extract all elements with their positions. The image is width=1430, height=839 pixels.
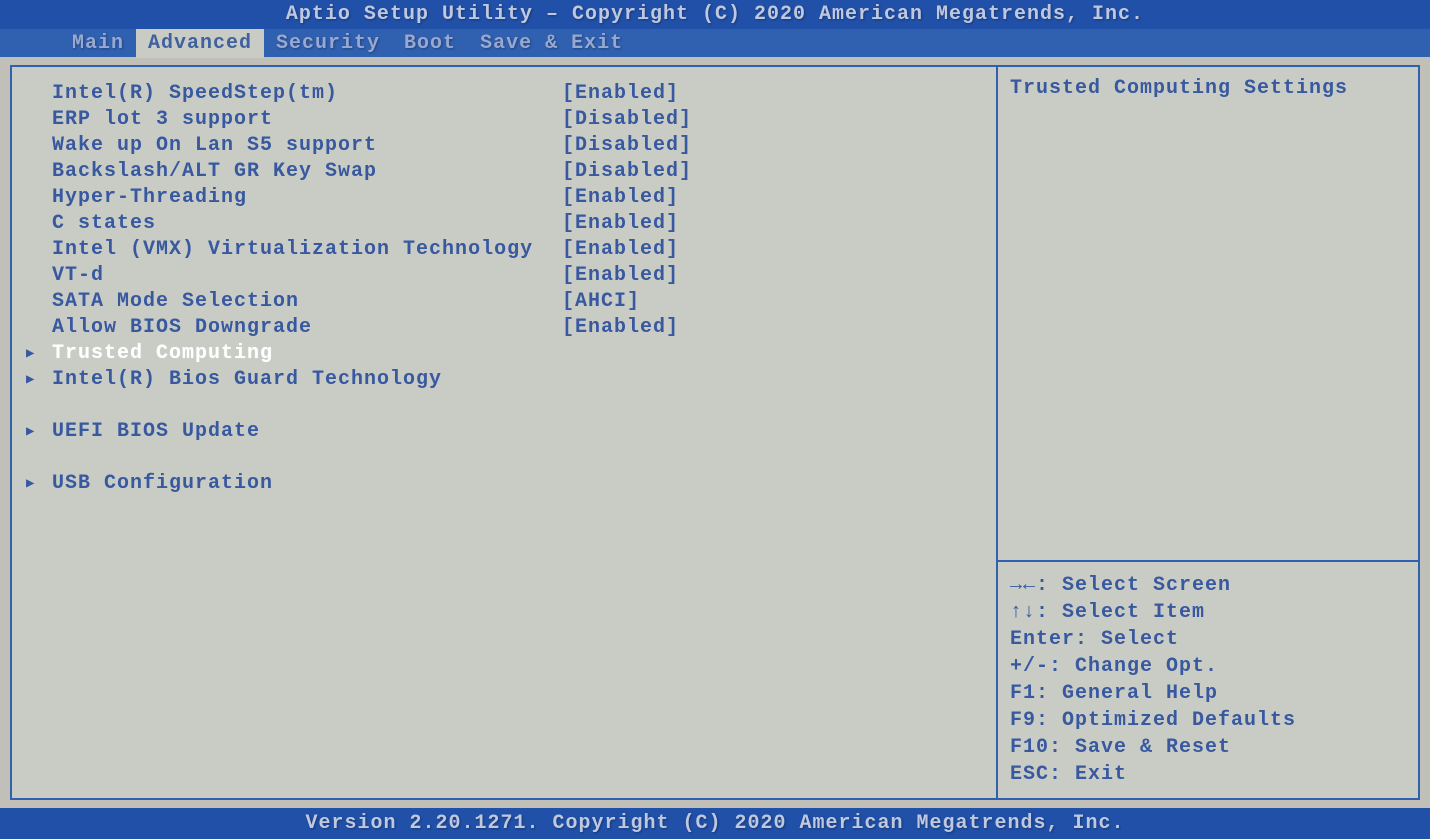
submenu-arrow-icon: ▶	[26, 423, 35, 441]
tab-bar: Main Advanced Security Boot Save & Exit	[0, 29, 1430, 57]
submenu-arrow-icon: ▶	[26, 345, 35, 363]
setting-value: [Enabled]	[562, 81, 986, 107]
setting-backslash-altgr[interactable]: Backslash/ALT GR Key Swap [Disabled]	[52, 159, 986, 185]
header-title-bar: Aptio Setup Utility – Copyright (C) 2020…	[0, 0, 1430, 29]
tab-security[interactable]: Security	[264, 29, 392, 58]
legend-area: →←: Select Screen ↑↓: Select Item Enter:…	[998, 562, 1418, 798]
setting-value: [Disabled]	[562, 107, 986, 133]
setting-sata-mode[interactable]: SATA Mode Selection [AHCI]	[52, 289, 986, 315]
setting-value: [Enabled]	[562, 315, 986, 341]
legend-enter-select: Enter: Select	[1010, 626, 1406, 653]
setting-value: [Enabled]	[562, 263, 986, 289]
footer-text: Version 2.20.1271. Copyright (C) 2020 Am…	[305, 812, 1124, 835]
setting-value: [Disabled]	[562, 133, 986, 159]
setting-vtd[interactable]: VT-d [Enabled]	[52, 263, 986, 289]
setting-label: Intel(R) SpeedStep(tm)	[52, 81, 562, 107]
submenu-trusted-computing[interactable]: ▶ Trusted Computing	[52, 341, 986, 367]
footer-bar: Version 2.20.1271. Copyright (C) 2020 Am…	[0, 808, 1430, 839]
tab-main[interactable]: Main	[60, 29, 136, 58]
setting-value: [Enabled]	[562, 237, 986, 263]
setting-label: Backslash/ALT GR Key Swap	[52, 159, 562, 185]
setting-label: SATA Mode Selection	[52, 289, 562, 315]
setting-hyperthreading[interactable]: Hyper-Threading [Enabled]	[52, 185, 986, 211]
submenu-uefi-bios-update[interactable]: ▶ UEFI BIOS Update	[52, 419, 986, 445]
legend-select-screen: →←: Select Screen	[1010, 572, 1406, 599]
setting-value: [Enabled]	[562, 211, 986, 237]
legend-save-reset: F10: Save & Reset	[1010, 734, 1406, 761]
tab-save-exit[interactable]: Save & Exit	[468, 29, 635, 58]
setting-label: Intel (VMX) Virtualization Technology	[52, 237, 562, 263]
setting-label: VT-d	[52, 263, 562, 289]
setting-label: Hyper-Threading	[52, 185, 562, 211]
setting-label: ERP lot 3 support	[52, 107, 562, 133]
blank-row	[52, 445, 986, 471]
settings-panel: Intel(R) SpeedStep(tm) [Enabled] ERP lot…	[12, 67, 998, 798]
legend-optimized-defaults: F9: Optimized Defaults	[1010, 707, 1406, 734]
submenu-bios-guard[interactable]: ▶ Intel(R) Bios Guard Technology	[52, 367, 986, 393]
legend-change-opt: +/-: Change Opt.	[1010, 653, 1406, 680]
bios-screen: Aptio Setup Utility – Copyright (C) 2020…	[0, 0, 1430, 839]
submenu-arrow-icon: ▶	[26, 371, 35, 389]
setting-bios-downgrade[interactable]: Allow BIOS Downgrade [Enabled]	[52, 315, 986, 341]
setting-label: C states	[52, 211, 562, 237]
submenu-label: Trusted Computing	[52, 341, 562, 367]
legend-exit: ESC: Exit	[1010, 761, 1406, 788]
right-panel: Trusted Computing Settings →←: Select Sc…	[998, 67, 1418, 798]
submenu-label: UEFI BIOS Update	[52, 419, 562, 445]
setting-label: Allow BIOS Downgrade	[52, 315, 562, 341]
help-text: Trusted Computing Settings	[998, 67, 1418, 562]
setting-vmx-virtualization[interactable]: Intel (VMX) Virtualization Technology [E…	[52, 237, 986, 263]
submenu-label: Intel(R) Bios Guard Technology	[52, 367, 562, 393]
setting-erp-lot3[interactable]: ERP lot 3 support [Disabled]	[52, 107, 986, 133]
setting-label: Wake up On Lan S5 support	[52, 133, 562, 159]
setting-value: [AHCI]	[562, 289, 986, 315]
setting-value: [Disabled]	[562, 159, 986, 185]
legend-general-help: F1: General Help	[1010, 680, 1406, 707]
tab-advanced[interactable]: Advanced	[136, 29, 264, 58]
setting-value: [Enabled]	[562, 185, 986, 211]
header-title: Aptio Setup Utility – Copyright (C) 2020…	[286, 3, 1144, 26]
main-area: Intel(R) SpeedStep(tm) [Enabled] ERP lot…	[10, 65, 1420, 800]
help-text-content: Trusted Computing Settings	[1010, 77, 1348, 100]
setting-speedstep[interactable]: Intel(R) SpeedStep(tm) [Enabled]	[52, 81, 986, 107]
setting-cstates[interactable]: C states [Enabled]	[52, 211, 986, 237]
submenu-arrow-icon: ▶	[26, 475, 35, 493]
blank-row	[52, 393, 986, 419]
setting-wake-on-lan[interactable]: Wake up On Lan S5 support [Disabled]	[52, 133, 986, 159]
legend-select-item: ↑↓: Select Item	[1010, 599, 1406, 626]
submenu-usb-configuration[interactable]: ▶ USB Configuration	[52, 471, 986, 497]
tab-boot[interactable]: Boot	[392, 29, 468, 58]
submenu-label: USB Configuration	[52, 471, 562, 497]
